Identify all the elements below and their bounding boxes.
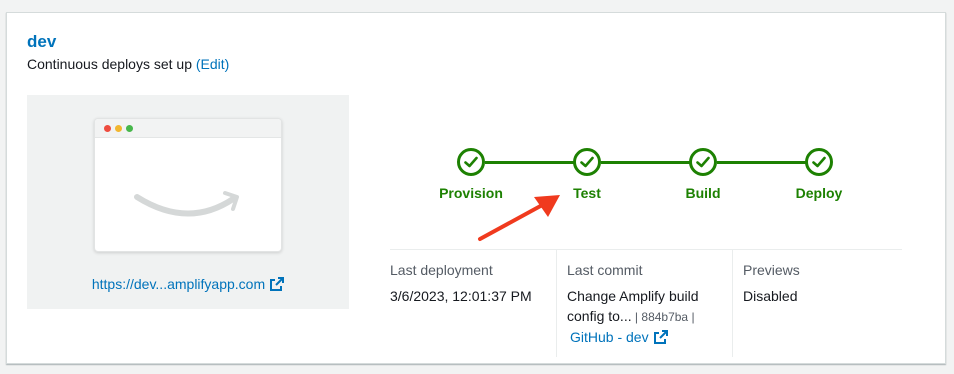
provision-status-icon <box>457 148 485 176</box>
preview-panel: https://dev...amplifyapp.com <box>27 95 349 309</box>
window-close-dot <box>104 125 111 132</box>
step-label-deploy: Deploy <box>795 185 843 201</box>
commit-separator: | <box>631 310 642 324</box>
edit-link[interactable]: (Edit) <box>196 56 229 72</box>
amazon-smile-icon <box>134 191 239 217</box>
branch-name-link[interactable]: dev <box>27 32 56 52</box>
last-deployment-column: Last deployment 3/6/2023, 12:01:37 PM <box>390 250 556 357</box>
external-link-icon <box>653 330 668 344</box>
build-status-icon <box>689 148 717 176</box>
browser-title-bar <box>95 119 281 138</box>
repo-link-line: GitHub - dev <box>567 327 732 347</box>
github-repo-link[interactable]: GitHub - dev <box>570 329 668 345</box>
deploy-status: Continuous deploys set up (Edit) <box>27 56 229 72</box>
commit-message: Change Amplify build <box>567 288 699 304</box>
step-connector <box>601 161 691 164</box>
window-maximize-dot <box>126 125 133 132</box>
commit-hash: 884b7ba <box>641 310 689 324</box>
step-connector <box>485 161 575 164</box>
commit-separator: | <box>688 310 695 324</box>
annotation-arrow-icon <box>478 195 560 241</box>
preview-url-text: https://dev...amplifyapp.com <box>91 276 266 292</box>
commit-message-cont: config to... | 884b7ba | <box>567 306 732 327</box>
commit-message-line2: config to... <box>567 308 632 324</box>
previews-value: Disabled <box>743 288 798 304</box>
github-repo-link-text: GitHub - dev <box>570 329 649 345</box>
external-link-icon <box>270 277 285 291</box>
step-label-build: Build <box>685 185 721 201</box>
last-deployment-value: 3/6/2023, 12:01:37 PM <box>390 288 532 304</box>
check-icon <box>812 156 826 168</box>
browser-thumbnail <box>94 118 282 252</box>
last-commit-column: Last commit Change Amplify build config … <box>556 250 732 357</box>
step-connector <box>717 161 807 164</box>
last-commit-label: Last commit <box>567 262 643 278</box>
check-icon <box>696 156 710 168</box>
branch-card: dev Continuous deploys set up (Edit) htt… <box>6 12 946 364</box>
deploy-status-text: Continuous deploys set up <box>27 56 192 72</box>
check-icon <box>580 156 594 168</box>
window-minimize-dot <box>115 125 122 132</box>
last-deployment-label: Last deployment <box>390 262 493 278</box>
preview-url-link[interactable]: https://dev...amplifyapp.com <box>27 276 349 292</box>
previews-label: Previews <box>743 262 800 278</box>
deploy-status-icon <box>805 148 833 176</box>
deployment-details: Last deployment 3/6/2023, 12:01:37 PM La… <box>390 249 902 358</box>
test-status-icon <box>573 148 601 176</box>
previews-column: Previews Disabled <box>732 250 902 357</box>
check-icon <box>464 156 478 168</box>
